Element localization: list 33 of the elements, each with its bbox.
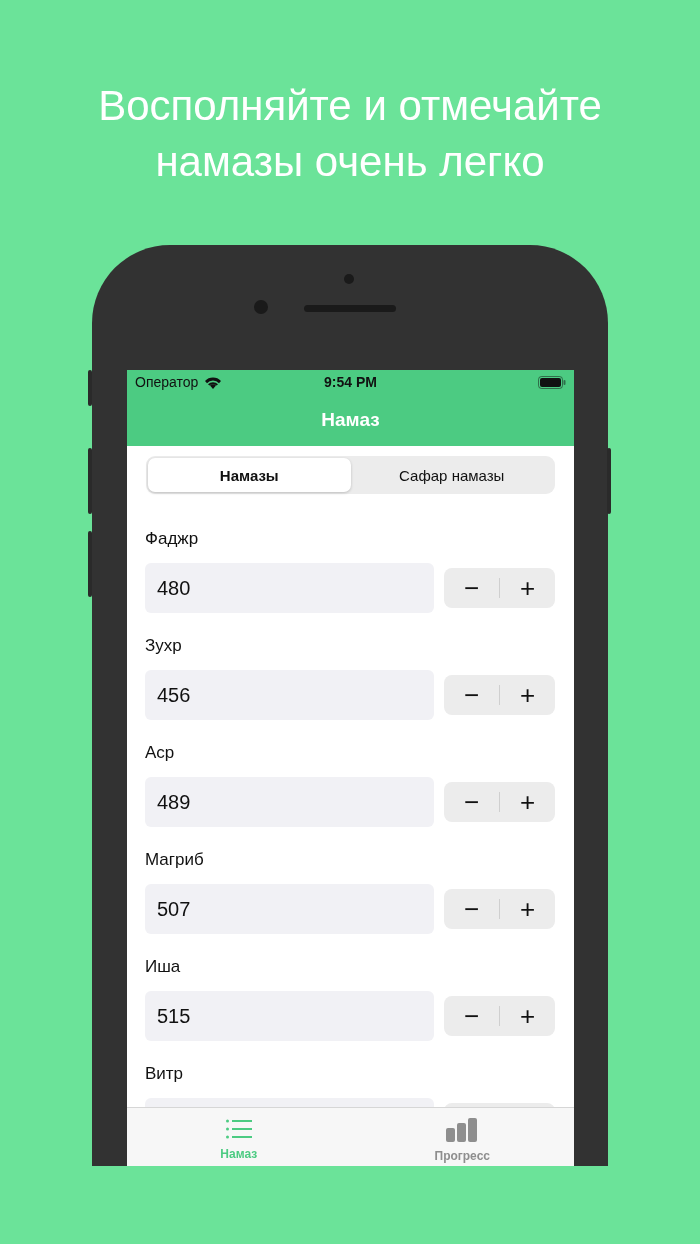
- decrement-button[interactable]: −: [444, 782, 499, 822]
- status-time: 9:54 PM: [323, 374, 378, 390]
- count-field[interactable]: 507: [145, 884, 434, 934]
- bar-chart-icon: [446, 1118, 479, 1142]
- decrement-button[interactable]: −: [444, 889, 499, 929]
- prayer-label: Зухр: [145, 636, 183, 656]
- prayer-label: Витр: [145, 1064, 185, 1084]
- carrier-name: Оператор: [135, 374, 199, 390]
- prayer-label: Магриб: [145, 850, 205, 870]
- prayer-label: Аср: [145, 743, 176, 763]
- count-field[interactable]: 480: [145, 563, 434, 613]
- camera-dot: [254, 300, 268, 314]
- decrement-button[interactable]: −: [444, 675, 499, 715]
- camera-dot: [344, 274, 354, 284]
- segment-tab[interactable]: Сафар намазы: [350, 458, 553, 492]
- decrement-button[interactable]: −: [444, 996, 499, 1036]
- increment-button[interactable]: +: [500, 889, 555, 929]
- wifi-icon: [204, 375, 223, 389]
- increment-button[interactable]: +: [500, 675, 555, 715]
- nav-title: Намаз: [321, 409, 380, 431]
- count-field[interactable]: 456: [145, 670, 434, 720]
- segment-tab[interactable]: Намазы: [148, 458, 351, 492]
- count-field[interactable]: 489: [145, 777, 434, 827]
- battery-icon: [538, 375, 566, 389]
- list-icon: [225, 1118, 252, 1140]
- count-field[interactable]: 515: [145, 991, 434, 1041]
- headline: Восполняйте и отмечайте намазы очень легко: [97, 81, 603, 187]
- increment-button[interactable]: +: [500, 782, 555, 822]
- prayer-label: Иша: [145, 957, 182, 977]
- decrement-button[interactable]: −: [444, 568, 499, 608]
- increment-button[interactable]: +: [500, 568, 555, 608]
- prayer-label: Фаджр: [145, 529, 200, 549]
- increment-button[interactable]: +: [500, 996, 555, 1036]
